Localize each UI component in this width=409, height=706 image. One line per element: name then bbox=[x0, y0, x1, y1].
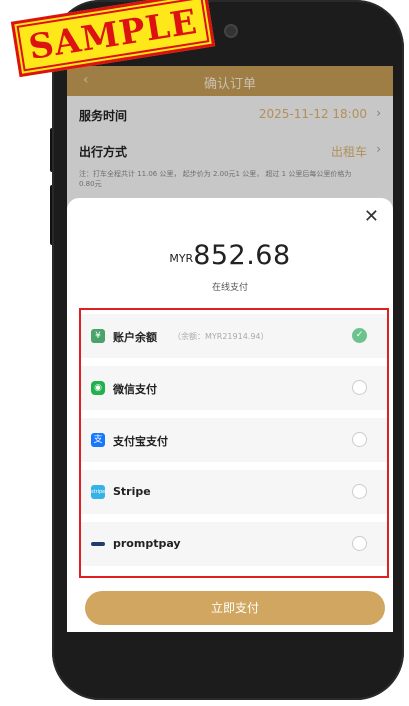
radio-icon[interactable] bbox=[352, 536, 367, 551]
amount-value: 852.68 bbox=[193, 240, 291, 271]
radio-icon[interactable] bbox=[352, 380, 367, 395]
payment-sheet: ✕ MYR852.68 在线支付 ¥ 账户余额 （余额：MYR21914.94）… bbox=[67, 198, 393, 632]
method-name: 微信支付 bbox=[113, 383, 157, 396]
payment-amount: MYR852.68 bbox=[67, 240, 393, 271]
alipay-icon: 支 bbox=[91, 433, 105, 447]
wechat-icon: ◉ bbox=[91, 381, 105, 395]
method-name: Stripe bbox=[113, 485, 151, 498]
stage: SAMPLE ‹ 确认订单 服务时间 2025-11-12 18:00 › 出行… bbox=[0, 0, 409, 706]
close-icon[interactable]: ✕ bbox=[364, 206, 379, 227]
stripe-icon: stripe bbox=[91, 485, 105, 499]
method-name: promptpay bbox=[113, 537, 181, 550]
wallet-icon: ¥ bbox=[91, 329, 105, 343]
balance-amount: （余额：MYR21914.94） bbox=[173, 332, 269, 341]
radio-icon[interactable] bbox=[352, 484, 367, 499]
online-payment-label: 在线支付 bbox=[211, 283, 248, 293]
payment-method-list: ¥ 账户余额 （余额：MYR21914.94） ✓ ◉ 微信支付 支 支付宝支付… bbox=[79, 308, 389, 578]
radio-selected-icon[interactable]: ✓ bbox=[352, 328, 367, 343]
payment-method-balance[interactable]: ¥ 账户余额 （余额：MYR21914.94） ✓ bbox=[81, 314, 387, 358]
camera-icon bbox=[224, 24, 238, 38]
currency-code: MYR bbox=[169, 252, 194, 265]
phone-screen: ‹ 确认订单 服务时间 2025-11-12 18:00 › 出行方式 出租车 … bbox=[67, 66, 393, 632]
method-name: 支付宝支付 bbox=[113, 435, 168, 448]
payment-method-alipay[interactable]: 支 支付宝支付 bbox=[81, 418, 387, 462]
pay-now-button[interactable]: 立即支付 bbox=[85, 591, 385, 625]
payment-method-promptpay[interactable]: promptpay bbox=[81, 522, 387, 566]
payment-method-stripe[interactable]: stripe Stripe bbox=[81, 470, 387, 514]
payment-method-wechat[interactable]: ◉ 微信支付 bbox=[81, 366, 387, 410]
radio-icon[interactable] bbox=[352, 432, 367, 447]
method-name: 账户余额 bbox=[113, 331, 157, 344]
promptpay-icon bbox=[91, 542, 105, 546]
